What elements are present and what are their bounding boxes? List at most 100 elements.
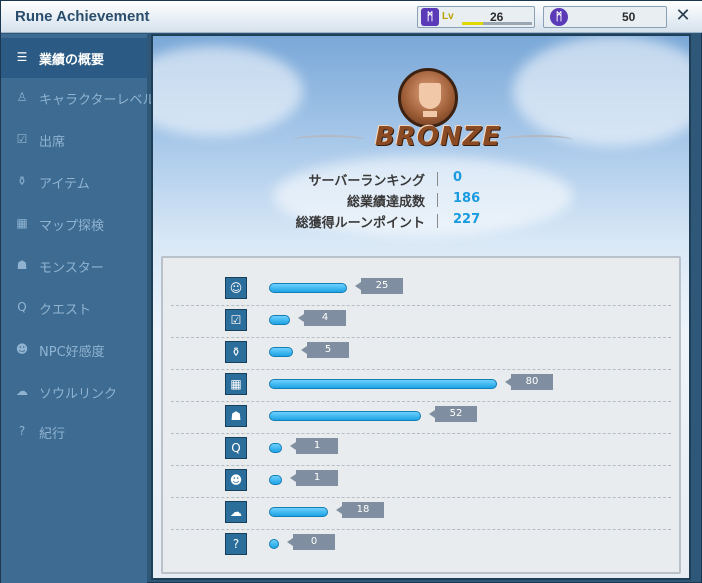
category-row-quests[interactable]: Q 1 — [163, 434, 679, 466]
separator — [437, 172, 438, 186]
overview-panel: BRONZE サーバーランキング 0 総業績達成数 186 総獲得ルーンポイント… — [151, 34, 691, 580]
ghost-icon: ☁ — [225, 501, 247, 523]
sidebar-item-label: 出席 — [39, 135, 66, 150]
checkbox-icon: ☑ — [16, 132, 28, 146]
character-icon: ☺ — [225, 277, 247, 299]
level-progress-fill — [462, 22, 483, 25]
rune-points-icon: ᛗ — [550, 8, 568, 26]
category-row-attendance[interactable]: ☑ 4 — [163, 306, 679, 338]
potion-icon: ⚱ — [225, 341, 247, 363]
category-row-monsters[interactable]: ☗ 52 — [163, 402, 679, 434]
map-icon: ▦ — [16, 216, 28, 230]
smiley-icon: ☻ — [15, 342, 29, 356]
server-ranking-value: 0 — [453, 170, 463, 185]
separator — [437, 214, 438, 228]
sidebar-item-attendance[interactable]: ☑ 出席 — [1, 120, 147, 160]
progress-bar — [269, 507, 328, 517]
count-badge: 80 — [505, 374, 553, 390]
ghost-icon: ☁ — [16, 384, 28, 398]
progress-bar — [269, 475, 282, 485]
monster-icon: ☗ — [225, 405, 247, 427]
category-progress-list: ☺ 25 ☑ 4 ⚱ 5 ▦ 80 ☗ 52 Q 1 ☻ 1 ☁ 18 ? 0 — [161, 256, 681, 574]
sidebar-item-map-exploration[interactable]: ▦ マップ探検 — [1, 204, 147, 244]
sidebar-item-soul-link[interactable]: ☁ ソウルリンク — [1, 372, 147, 412]
count-badge: 1 — [290, 470, 338, 486]
list-icon: ☰ — [16, 50, 28, 64]
count-badge: 52 — [429, 406, 477, 422]
potion-icon: ⚱ — [16, 174, 28, 188]
cloud-decoration — [153, 46, 303, 136]
smiley-icon: ☻ — [225, 469, 247, 491]
server-ranking-label: サーバーランキング — [308, 174, 425, 189]
sidebar-item-label: NPC好感度 — [39, 345, 105, 360]
category-row-map-exploration[interactable]: ▦ 80 — [163, 370, 679, 402]
checkbox-icon: ☑ — [225, 309, 247, 331]
server-ranking-row: サーバーランキング 0 — [273, 170, 633, 190]
count-badge: 25 — [355, 278, 403, 294]
progress-bar — [269, 347, 293, 357]
sidebar-item-monsters[interactable]: ☗ モンスター — [1, 246, 147, 286]
count-badge: 4 — [298, 310, 346, 326]
rank-label: BRONZE — [375, 122, 502, 152]
rune-points-indicator: ᛗ 50 — [543, 6, 667, 28]
monster-icon: ☗ — [16, 258, 28, 272]
count-badge: 5 — [301, 342, 349, 358]
sidebar-item-character-level[interactable]: ♙ キャラクターレベル — [1, 78, 156, 118]
progress-bar — [269, 411, 421, 421]
total-achievements-row: 総業績達成数 186 — [273, 191, 633, 211]
level-label: Lv — [442, 11, 454, 22]
cloud-decoration — [513, 36, 689, 146]
trophy-icon — [398, 68, 458, 128]
sidebar-item-label: マップ探検 — [39, 219, 105, 234]
total-rune-points-label: 総獲得ルーンポイント — [295, 216, 425, 231]
sidebar-item-label: 業績の概要 — [39, 53, 105, 68]
level-icon: ᛗ — [421, 8, 439, 26]
progress-bar — [269, 315, 290, 325]
quest-icon: Q — [17, 300, 27, 314]
category-row-character-level[interactable]: ☺ 25 — [163, 274, 679, 306]
question-icon: ? — [225, 533, 247, 555]
separator — [437, 193, 438, 207]
rune-achievement-window: Rune Achievement ᛗ Lv 26 ᛗ 50 ✕ ☰ 業績の概要 … — [0, 0, 702, 583]
sidebar-item-label: クエスト — [39, 303, 92, 318]
progress-bar — [269, 539, 279, 549]
category-row-npc-affinity[interactable]: ☻ 1 — [163, 466, 679, 498]
sidebar-item-overview[interactable]: ☰ 業績の概要 — [1, 38, 147, 78]
sidebar-item-npc-affinity[interactable]: ☻ NPC好感度 — [1, 330, 147, 370]
sidebar-item-label: アイテム — [39, 177, 90, 192]
progress-bar — [269, 379, 497, 389]
map-icon: ▦ — [225, 373, 247, 395]
ornament-right — [501, 135, 573, 145]
sidebar-item-label: 紀行 — [39, 427, 66, 442]
sidebar-item-label: キャラクターレベル — [39, 93, 156, 108]
sidebar-item-label: モンスター — [39, 261, 104, 276]
count-badge: 0 — [287, 534, 335, 550]
sidebar-item-label: ソウルリンク — [39, 387, 118, 402]
total-achievements-label: 総業績達成数 — [346, 195, 425, 210]
total-rune-points-row: 総獲得ルーンポイント 227 — [273, 212, 633, 232]
progress-bar — [269, 443, 282, 453]
trophy-cup-shape — [419, 83, 441, 109]
category-row-soul-link[interactable]: ☁ 18 — [163, 498, 679, 530]
count-badge: 1 — [290, 438, 338, 454]
rune-points-value: 50 — [622, 10, 636, 24]
close-button[interactable]: ✕ — [669, 5, 697, 29]
title-bar[interactable]: Rune Achievement ᛗ Lv 26 ᛗ 50 ✕ — [1, 1, 702, 33]
total-rune-points-value: 227 — [453, 212, 481, 227]
level-progress-bar — [462, 22, 532, 25]
total-achievements-value: 186 — [453, 191, 481, 206]
character-icon: ♙ — [16, 90, 28, 104]
category-row-journey[interactable]: ? 0 — [163, 530, 679, 562]
question-icon: ? — [18, 424, 26, 438]
sidebar-item-items[interactable]: ⚱ アイテム — [1, 162, 147, 202]
progress-bar — [269, 283, 347, 293]
trophy-base-shape — [423, 111, 437, 117]
level-indicator: ᛗ Lv 26 — [417, 6, 535, 28]
quest-icon: Q — [225, 437, 247, 459]
count-badge: 18 — [336, 502, 384, 518]
sidebar-item-quests[interactable]: Q クエスト — [1, 288, 147, 328]
ornament-left — [293, 135, 365, 145]
category-row-items[interactable]: ⚱ 5 — [163, 338, 679, 370]
sidebar-item-journey[interactable]: ? 紀行 — [1, 412, 147, 452]
sidebar: ☰ 業績の概要 ♙ キャラクターレベル ☑ 出席 ⚱ アイテム ▦ マップ探検 … — [1, 34, 156, 583]
